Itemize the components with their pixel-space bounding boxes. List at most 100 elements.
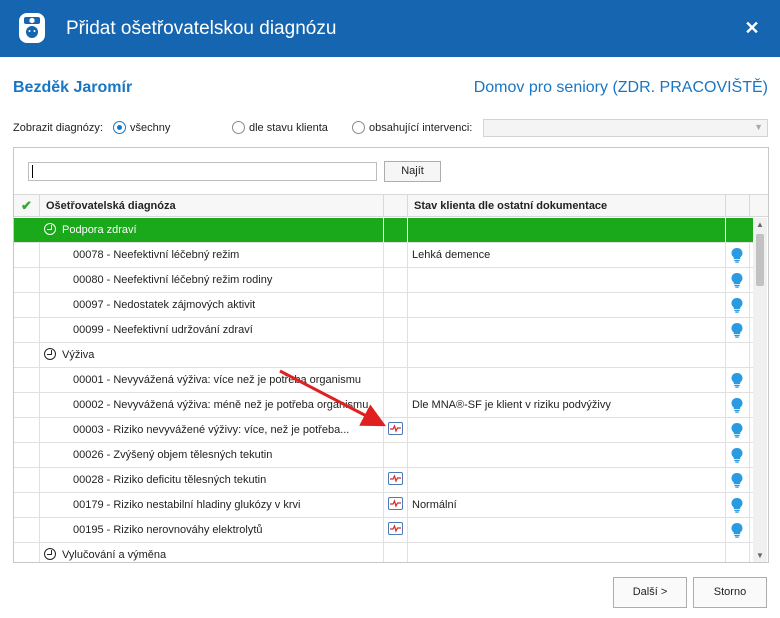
column-header-diagnosis[interactable]: Ošetřovatelská diagnóza (40, 195, 384, 217)
row-select-cell[interactable] (14, 343, 40, 367)
diagnosis-row[interactable]: 00026 - Zvýšený objem tělesných tekutin (14, 443, 754, 468)
search-input[interactable] (28, 162, 377, 181)
close-icon[interactable]: ✕ (740, 16, 764, 40)
diagnosis-label[interactable]: 00080 - Neefektivní léčebný režim rodiny (40, 268, 384, 292)
window-title: Přidat ošetřovatelskou diagnózu (66, 18, 337, 39)
status-cell: Normální (408, 493, 726, 517)
diagnosis-label[interactable]: 00097 - Nedostatek zájmových aktivit (40, 293, 384, 317)
diagnosis-row[interactable]: 00002 - Nevyvážená výživa: méně než je p… (14, 393, 754, 418)
diagnosis-row[interactable]: 00097 - Nedostatek zájmových aktivit (14, 293, 754, 318)
row-select-cell[interactable] (14, 368, 40, 392)
lightbulb-icon[interactable] (730, 472, 744, 488)
scroll-down-icon[interactable]: ▼ (753, 549, 767, 562)
hint-cell (726, 543, 750, 562)
hint-cell (726, 293, 750, 317)
row-select-cell[interactable] (14, 468, 40, 492)
hint-cell (726, 218, 750, 242)
hint-cell (726, 368, 750, 392)
radio-all[interactable]: všechny (113, 121, 170, 134)
category-row[interactable]: Podpora zdraví (14, 218, 754, 243)
scroll-up-icon[interactable]: ▲ (753, 218, 767, 232)
diagnosis-row[interactable]: 00099 - Neefektivní udržování zdraví (14, 318, 754, 343)
hint-cell (726, 468, 750, 492)
lightbulb-icon[interactable] (730, 247, 744, 263)
diagnosis-row[interactable]: 00028 - Riziko deficitu tělesných tekuti… (14, 468, 754, 493)
diagnosis-label[interactable]: 00195 - Riziko nerovnováhy elektrolytů (40, 518, 384, 542)
lightbulb-icon[interactable] (730, 272, 744, 288)
row-select-cell[interactable] (14, 318, 40, 342)
category-row[interactable]: Vylučování a výměna (14, 543, 754, 562)
lightbulb-icon[interactable] (730, 397, 744, 413)
vertical-scrollbar[interactable]: ▲ ▼ (753, 218, 767, 562)
vital-card-icon[interactable] (388, 422, 403, 435)
row-select-cell[interactable] (14, 493, 40, 517)
intervention-select[interactable]: ▼ (483, 119, 768, 137)
card-cell (384, 443, 408, 467)
lightbulb-icon[interactable] (730, 447, 744, 463)
diagnosis-row[interactable]: 00001 - Nevyvážená výživa: více než je p… (14, 368, 754, 393)
diagnosis-label[interactable]: 00028 - Riziko deficitu tělesných tekuti… (40, 468, 384, 492)
patient-name: Bezděk Jaromír (13, 79, 133, 96)
find-button[interactable]: Najít (384, 161, 441, 182)
diagnosis-row[interactable]: 00003 - Riziko nevyvážené výživy: více, … (14, 418, 754, 443)
collapse-toggle-icon[interactable] (44, 223, 56, 235)
hint-cell (726, 243, 750, 267)
vital-card-icon[interactable] (388, 497, 403, 510)
next-button[interactable]: Další > (613, 577, 687, 608)
lightbulb-icon[interactable] (730, 322, 744, 338)
chevron-down-icon: ▼ (754, 122, 763, 132)
grid-header: ✔ Ošetřovatelská diagnóza Stav klienta d… (14, 194, 768, 217)
status-cell (408, 318, 726, 342)
category-row[interactable]: Výživa (14, 343, 754, 368)
row-select-cell[interactable] (14, 268, 40, 292)
row-select-cell[interactable] (14, 543, 40, 562)
hint-cell (726, 493, 750, 517)
card-cell (384, 343, 408, 367)
diagnosis-label[interactable]: 00026 - Zvýšený objem tělesných tekutin (40, 443, 384, 467)
diagnosis-row[interactable]: 00078 - Neefektivní léčebný režim Lehká d… (14, 243, 754, 268)
lightbulb-icon[interactable] (730, 422, 744, 438)
category-cell[interactable]: Výživa (40, 343, 384, 367)
status-cell (408, 218, 726, 242)
status-cell: Dle MNA®-SF je klient v riziku podvýživy (408, 393, 726, 417)
checkmark-icon[interactable]: ✔ (14, 195, 40, 217)
hint-cell (726, 343, 750, 367)
diagnosis-label[interactable]: 00179 - Riziko nestabilní hladiny glukóz… (40, 493, 384, 517)
diagnosis-row[interactable]: 00179 - Riziko nestabilní hladiny glukóz… (14, 493, 754, 518)
category-cell[interactable]: Podpora zdraví (40, 218, 384, 242)
row-select-cell[interactable] (14, 243, 40, 267)
radio-containing-intervention[interactable]: obsahující intervenci: (352, 121, 472, 134)
diagnosis-row[interactable]: 00080 - Neefektivní léčebný režim rodiny (14, 268, 754, 293)
collapse-toggle-icon[interactable] (44, 348, 56, 360)
scroll-thumb[interactable] (756, 234, 764, 286)
status-cell (408, 443, 726, 467)
diagnosis-row[interactable]: 00195 - Riziko nerovnováhy elektrolytů (14, 518, 754, 543)
cancel-button[interactable]: Storno (693, 577, 767, 608)
lightbulb-icon[interactable] (730, 522, 744, 538)
hint-cell (726, 268, 750, 292)
category-cell[interactable]: Vylučování a výměna (40, 543, 384, 562)
card-cell (384, 318, 408, 342)
lightbulb-icon[interactable] (730, 372, 744, 388)
vital-card-icon[interactable] (388, 472, 403, 485)
lightbulb-icon[interactable] (730, 297, 744, 313)
vital-card-icon[interactable] (388, 522, 403, 535)
radio-by-client-state[interactable]: dle stavu klienta (232, 121, 328, 134)
row-select-cell[interactable] (14, 293, 40, 317)
row-select-cell[interactable] (14, 418, 40, 442)
lightbulb-icon[interactable] (730, 497, 744, 513)
diagnosis-label[interactable]: 00002 - Nevyvážená výživa: méně než je p… (40, 393, 384, 417)
column-header-status[interactable]: Stav klienta dle ostatní dokumentace (408, 195, 726, 217)
diagnosis-label[interactable]: 00003 - Riziko nevyvážené výživy: více, … (40, 418, 384, 442)
diagnosis-label[interactable]: 00078 - Neefektivní léčebný režim (40, 243, 384, 267)
row-select-cell[interactable] (14, 218, 40, 242)
collapse-toggle-icon[interactable] (44, 548, 56, 560)
row-select-cell[interactable] (14, 518, 40, 542)
status-cell (408, 343, 726, 367)
hint-cell (726, 518, 750, 542)
row-select-cell[interactable] (14, 393, 40, 417)
diagnosis-label[interactable]: 00099 - Neefektivní udržování zdraví (40, 318, 384, 342)
row-select-cell[interactable] (14, 443, 40, 467)
card-cell (384, 468, 408, 492)
diagnosis-label[interactable]: 00001 - Nevyvážená výživa: více než je p… (40, 368, 384, 392)
